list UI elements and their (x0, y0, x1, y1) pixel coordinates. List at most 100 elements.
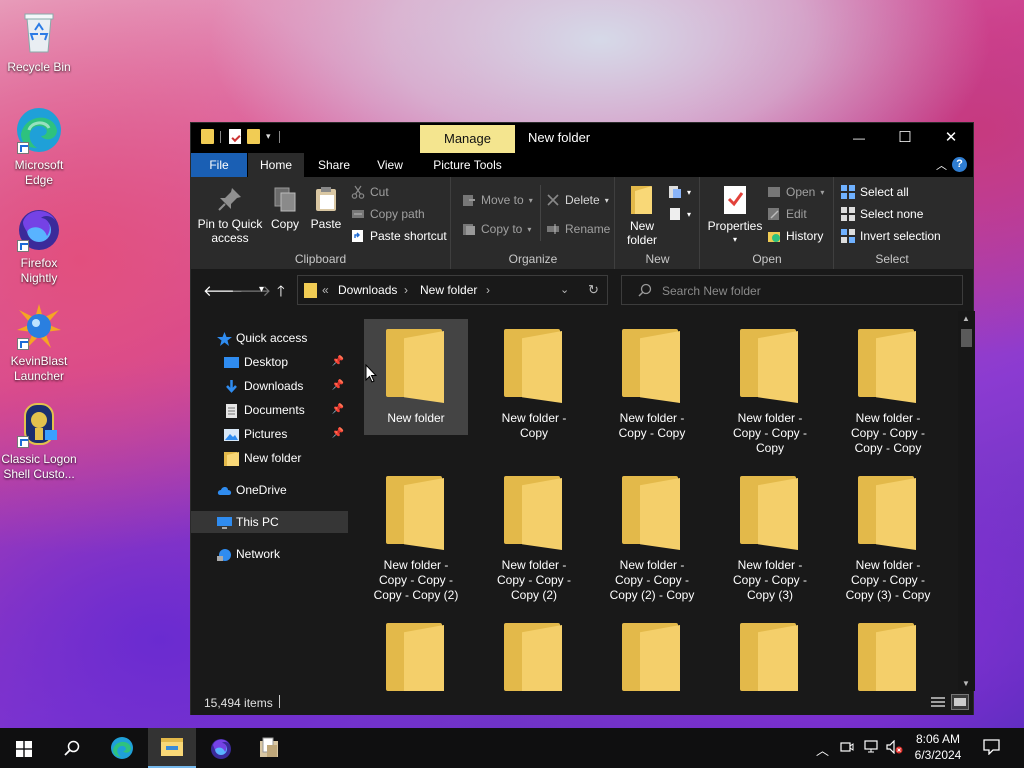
tab-share[interactable]: Share (308, 153, 360, 177)
desktop-icon-kevinblast[interactable]: KevinBlast Launcher (1, 302, 77, 384)
paste-button[interactable]: Paste (307, 185, 345, 231)
scroll-thumb[interactable] (961, 329, 972, 347)
folder-item[interactable]: New folder - Copy - Copy - Copy (3) - Copy (836, 466, 940, 603)
start-button[interactable] (0, 728, 48, 768)
paste-icon (312, 185, 340, 213)
new-folder-button[interactable]: New folder (622, 185, 662, 247)
address-dropdown-icon[interactable]: ⌄ (560, 283, 569, 296)
up-arrow-icon[interactable]: 🡑 (277, 281, 285, 306)
invert-selection-button[interactable]: Invert selection (841, 229, 941, 243)
scroll-up-icon[interactable]: ▲ (962, 314, 970, 323)
vertical-scrollbar[interactable]: ▲ ▼ (958, 311, 975, 691)
folder-label-line: New folder - (855, 411, 921, 425)
pin-icon (216, 185, 244, 213)
clock[interactable]: 8:06 AM 6/3/2024 (906, 731, 970, 763)
edit-button[interactable]: Edit (767, 207, 807, 221)
large-icons-view-icon[interactable] (951, 694, 969, 710)
forward-arrow-icon[interactable]: 🡒 (231, 281, 271, 300)
title-bar[interactable]: ▾ Manage New folder — ☐ ✕ (191, 123, 973, 153)
desktop-icon-label: Classic Logon Shell Custo... (1, 452, 77, 481)
select-none-button[interactable]: Select none (841, 207, 923, 221)
network-status-icon[interactable] (864, 740, 880, 757)
show-hidden-icons-chevron[interactable]: ︿ (816, 740, 829, 759)
breadcrumb-downloads[interactable]: Downloads (338, 283, 397, 297)
folder-item[interactable]: New folder - Copy - Copy - Copy (3) (718, 466, 822, 603)
address-bar[interactable]: « Downloads › New folder › ⌄ ↻ (297, 275, 608, 305)
nav-this-pc[interactable]: This PC (191, 511, 348, 533)
meet-now-icon[interactable] (840, 740, 854, 757)
folder-item[interactable]: New folder - Copy - Copy - Copy (718, 319, 822, 456)
minimize-button[interactable]: — (836, 123, 882, 153)
nav-pictures[interactable]: Pictures 📌 (191, 423, 348, 445)
desktop-icon-firefox-nightly[interactable]: Firefox Nightly (1, 204, 77, 286)
tab-home[interactable]: Home (248, 153, 304, 177)
copy-path-button[interactable]: Copy path (351, 207, 425, 221)
paste-shortcut-button[interactable]: Paste shortcut (351, 229, 447, 243)
folder-item[interactable] (718, 613, 822, 691)
file-list[interactable]: New folder New folder - Copy New folder - Co… (348, 311, 975, 691)
new-item-button[interactable]: ▾ (668, 185, 691, 199)
nav-documents[interactable]: Documents 📌 (191, 399, 348, 421)
folder-item[interactable] (836, 613, 940, 691)
folder-label-line: New folder - (501, 411, 567, 425)
recent-locations-chevron-icon[interactable]: ▾ (259, 284, 264, 295)
nav-network[interactable]: Network (191, 543, 348, 565)
tab-view[interactable]: View (366, 153, 414, 177)
folder-item[interactable]: New folder - Copy - Copy - Copy (2) (482, 466, 586, 603)
volume-muted-icon[interactable] (886, 739, 904, 757)
move-to-button[interactable]: Move to ▾ (462, 193, 533, 207)
copy-to-button[interactable]: Copy to ▾ (462, 222, 531, 236)
folder-item[interactable] (600, 613, 704, 691)
cut-button[interactable]: Cut (351, 185, 389, 199)
nav-desktop[interactable]: Desktop 📌 (191, 351, 348, 373)
folder-item[interactable] (364, 613, 468, 691)
customize-toolbar-icon[interactable]: ▾ (266, 131, 271, 142)
properties-icon[interactable] (229, 129, 241, 144)
details-view-icon[interactable] (929, 694, 947, 710)
taskbar-file-explorer[interactable] (148, 728, 196, 768)
tab-picture-tools[interactable]: Picture Tools (420, 153, 515, 177)
properties-button[interactable]: Properties ▾ (705, 185, 765, 247)
taskbar-app[interactable] (245, 728, 293, 768)
nav-downloads[interactable]: Downloads 📌 (191, 375, 348, 397)
folder-item[interactable]: New folder - Copy - Copy - Copy (2) - Copy (600, 466, 704, 603)
breadcrumb-new-folder[interactable]: New folder (420, 283, 477, 297)
open-button[interactable]: Open ▾ (767, 185, 824, 199)
delete-button[interactable]: Delete ▾ (546, 193, 609, 207)
nav-quick-access[interactable]: Quick access (191, 327, 348, 349)
taskbar-firefox-nightly[interactable] (197, 728, 245, 768)
history-button[interactable]: History (767, 229, 823, 243)
refresh-icon[interactable]: ↻ (588, 282, 599, 298)
breadcrumb-prefix[interactable]: « (322, 283, 329, 297)
notifications-icon[interactable] (983, 739, 1000, 758)
folder-item[interactable] (482, 613, 586, 691)
nav-onedrive[interactable]: OneDrive (191, 479, 348, 501)
new-folder-icon[interactable] (247, 129, 260, 144)
nav-new-folder[interactable]: New folder (191, 447, 348, 469)
search-button[interactable] (48, 728, 96, 768)
desktop-icon-recycle-bin[interactable]: Recycle Bin (1, 8, 77, 75)
tab-manage[interactable]: Manage (420, 125, 515, 153)
pin-to-quick-access-button[interactable]: Pin to Quick access (195, 185, 265, 245)
folder-item[interactable]: New folder - Copy - Copy - Copy - Copy (836, 319, 940, 456)
copy-button[interactable]: Copy (267, 185, 303, 231)
maximize-button[interactable]: ☐ (882, 123, 928, 153)
desktop-icon-edge[interactable]: Microsoft Edge (1, 106, 77, 188)
folder-item[interactable]: New folder - Copy (482, 319, 586, 441)
desktop-icon-classic-logon[interactable]: Classic Logon Shell Custo... (1, 400, 77, 482)
select-all-button[interactable]: Select all (841, 185, 909, 199)
collapse-ribbon-icon[interactable]: ︿ (936, 157, 947, 173)
taskbar-edge[interactable] (98, 728, 146, 768)
breadcrumb-separator-icon[interactable]: › (486, 283, 490, 297)
breadcrumb-separator-icon[interactable]: › (404, 283, 408, 297)
close-button[interactable]: ✕ (928, 123, 974, 153)
folder-item[interactable]: New folder (364, 319, 468, 435)
search-input[interactable]: Search New folder (621, 275, 963, 305)
easy-access-button[interactable]: ▾ (668, 207, 691, 221)
help-icon[interactable]: ? (952, 157, 967, 172)
tab-file[interactable]: File (191, 153, 247, 177)
folder-item[interactable]: New folder - Copy - Copy (600, 319, 704, 441)
rename-button[interactable]: Rename (546, 222, 610, 236)
folder-item[interactable]: New folder - Copy - Copy - Copy - Copy (2) (364, 466, 468, 603)
scroll-down-icon[interactable]: ▼ (962, 679, 970, 688)
